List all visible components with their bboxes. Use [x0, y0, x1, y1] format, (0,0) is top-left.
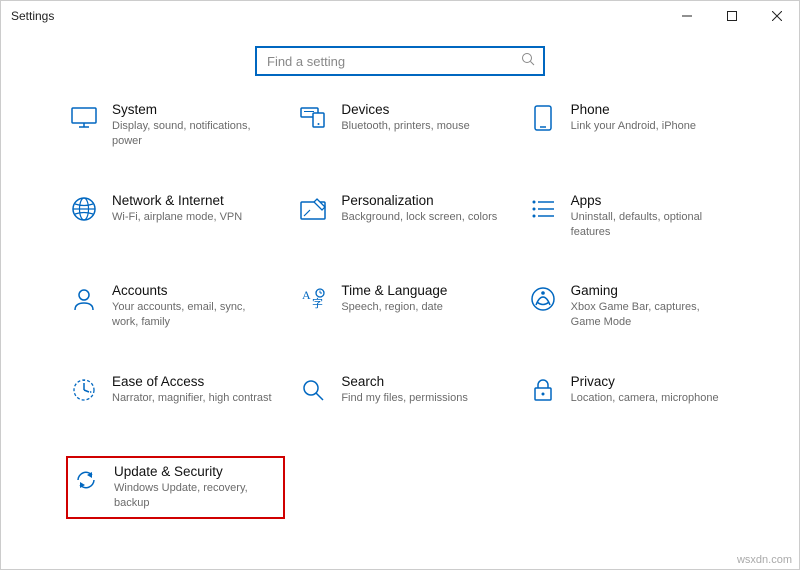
search-icon	[521, 52, 535, 71]
tile-time-language[interactable]: A字 Time & Language Speech, region, date	[295, 277, 514, 336]
titlebar: Settings	[1, 1, 799, 31]
close-button[interactable]	[754, 1, 799, 31]
tile-title: Privacy	[571, 374, 719, 389]
svg-text:A: A	[302, 288, 311, 302]
personalization-icon	[299, 195, 327, 223]
tile-desc: Background, lock screen, colors	[341, 210, 497, 225]
tile-desc: Speech, region, date	[341, 300, 447, 315]
tile-ease-of-access[interactable]: Ease of Access Narrator, magnifier, high…	[66, 368, 285, 424]
tile-desc: Your accounts, email, sync, work, family	[112, 300, 272, 330]
update-icon	[72, 466, 100, 494]
magnifier-icon	[299, 376, 327, 404]
tile-desc: Uninstall, defaults, optional features	[571, 210, 731, 240]
tile-apps[interactable]: Apps Uninstall, defaults, optional featu…	[525, 187, 744, 246]
phone-icon	[529, 104, 557, 132]
tile-title: System	[112, 102, 272, 117]
devices-icon	[299, 104, 327, 132]
lock-icon	[529, 376, 557, 404]
tile-title: Time & Language	[341, 283, 447, 298]
tile-desc: Link your Android, iPhone	[571, 119, 696, 134]
tile-desc: Windows Update, recovery, backup	[114, 481, 273, 511]
tile-personalization[interactable]: Personalization Background, lock screen,…	[295, 187, 514, 246]
search-box[interactable]	[255, 46, 545, 76]
tile-title: Personalization	[341, 193, 497, 208]
tile-title: Search	[341, 374, 468, 389]
apps-icon	[529, 195, 557, 223]
search-input[interactable]	[265, 53, 521, 70]
globe-icon	[70, 195, 98, 223]
settings-grid: System Display, sound, notifications, po…	[1, 96, 799, 519]
watermark: wsxdn.com	[737, 554, 792, 566]
tile-title: Devices	[341, 102, 469, 117]
tile-update-security[interactable]: Update & Security Windows Update, recove…	[66, 456, 285, 519]
tile-title: Apps	[571, 193, 731, 208]
window-title: Settings	[11, 9, 54, 23]
tile-search[interactable]: Search Find my files, permissions	[295, 368, 514, 424]
tile-desc: Narrator, magnifier, high contrast	[112, 391, 272, 406]
tile-system[interactable]: System Display, sound, notifications, po…	[66, 96, 285, 155]
system-icon	[70, 104, 98, 132]
maximize-button[interactable]	[709, 1, 754, 31]
tile-title: Update & Security	[114, 464, 273, 479]
tile-title: Network & Internet	[112, 193, 242, 208]
tile-devices[interactable]: Devices Bluetooth, printers, mouse	[295, 96, 514, 155]
tile-title: Phone	[571, 102, 696, 117]
tile-title: Ease of Access	[112, 374, 272, 389]
tile-accounts[interactable]: Accounts Your accounts, email, sync, wor…	[66, 277, 285, 336]
tile-title: Gaming	[571, 283, 731, 298]
tile-title: Accounts	[112, 283, 272, 298]
tile-desc: Xbox Game Bar, captures, Game Mode	[571, 300, 731, 330]
time-language-icon: A字	[299, 285, 327, 313]
gaming-icon	[529, 285, 557, 313]
tile-desc: Location, camera, microphone	[571, 391, 719, 406]
svg-text:字: 字	[312, 296, 323, 310]
tile-desc: Wi-Fi, airplane mode, VPN	[112, 210, 242, 225]
tile-desc: Find my files, permissions	[341, 391, 468, 406]
tile-network[interactable]: Network & Internet Wi-Fi, airplane mode,…	[66, 187, 285, 246]
accounts-icon	[70, 285, 98, 313]
tile-desc: Bluetooth, printers, mouse	[341, 119, 469, 134]
tile-desc: Display, sound, notifications, power	[112, 119, 272, 149]
ease-of-access-icon	[70, 376, 98, 404]
tile-phone[interactable]: Phone Link your Android, iPhone	[525, 96, 744, 155]
tile-gaming[interactable]: Gaming Xbox Game Bar, captures, Game Mod…	[525, 277, 744, 336]
minimize-button[interactable]	[664, 1, 709, 31]
tile-privacy[interactable]: Privacy Location, camera, microphone	[525, 368, 744, 424]
